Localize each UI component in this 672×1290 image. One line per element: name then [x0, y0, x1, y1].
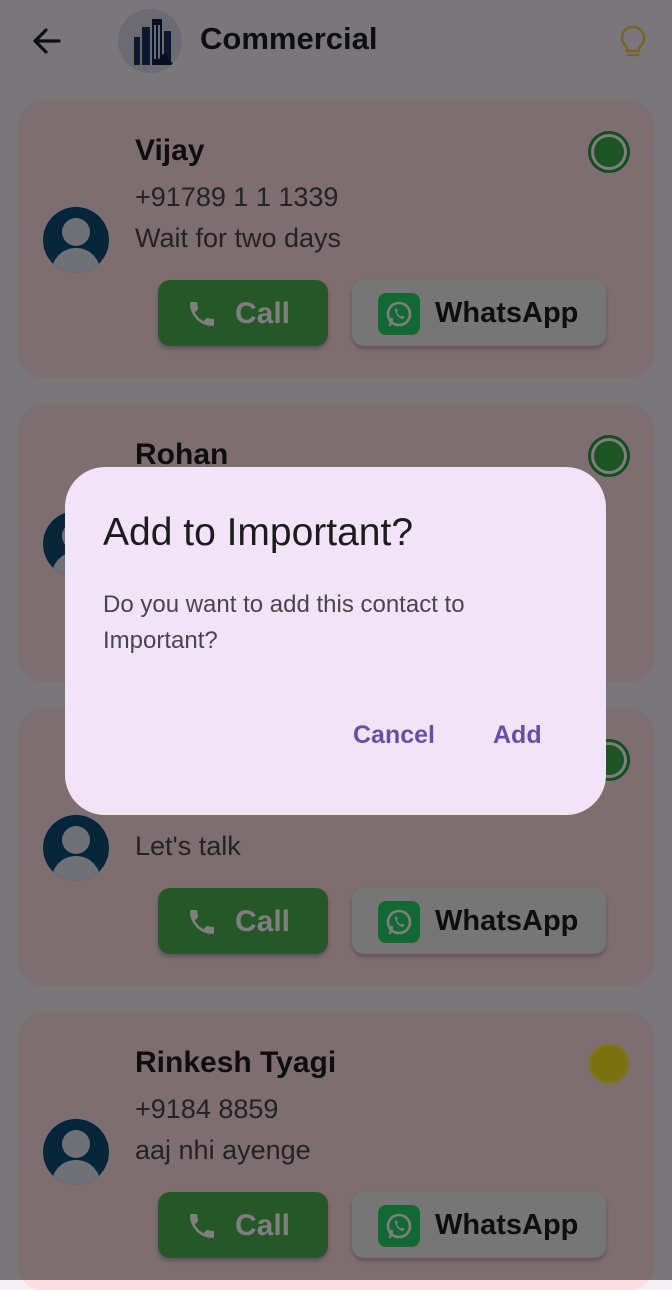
add-to-important-dialog: Add to Important? Do you want to add thi… — [65, 467, 606, 815]
dialog-message: Do you want to add this contact to Impor… — [103, 591, 465, 654]
cancel-button[interactable]: Cancel — [353, 721, 435, 750]
add-button[interactable]: Add — [493, 721, 542, 750]
dialog-title: Add to Important? — [103, 511, 414, 554]
